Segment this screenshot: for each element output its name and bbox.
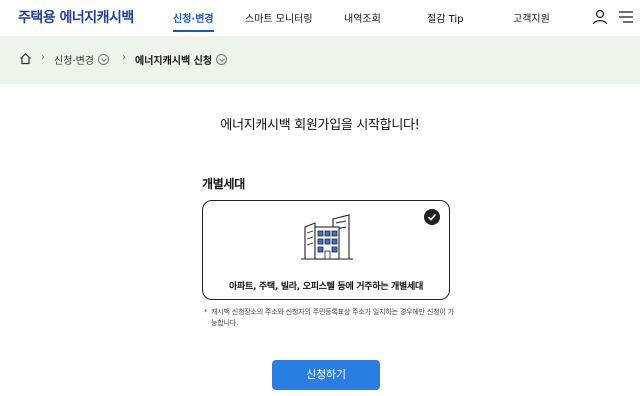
chevron-right-icon: ›	[122, 52, 126, 63]
breadcrumb-level2-label: 에너지캐시백 신청	[135, 56, 213, 67]
card-description: 아파트, 주택, 빌라, 오피스텔 등에 거주하는 개별세대	[229, 282, 423, 292]
chevron-down-icon[interactable]	[216, 54, 228, 65]
nav-item-history[interactable]: 내역조회	[344, 10, 381, 25]
building-icon	[301, 214, 353, 260]
nav-item-apply-change[interactable]: 신청·변경	[173, 10, 214, 32]
page-title: 에너지캐시백 회원가입을 시작합니다!	[220, 118, 420, 133]
main-nav: 신청·변경 스마트 모니터링 내역조회 절감 Tip 고객지원	[0, 10, 640, 32]
chevron-right-icon: ›	[41, 52, 45, 63]
nav-item-support[interactable]: 고객지원	[513, 10, 550, 25]
notice-body: 캐시백 신청장소의 주소와 신청자의 주민등록표상 주소가 일치하는 경우에만 …	[211, 308, 454, 327]
user-icon[interactable]	[591, 8, 609, 26]
top-header: 주택용 에너지캐시백 신청·변경 스마트 모니터링 내역조회 절감 Tip 고객…	[0, 0, 640, 36]
apply-button[interactable]: 신청하기	[272, 360, 380, 390]
home-icon[interactable]	[19, 52, 32, 65]
household-type-card[interactable]: 아파트, 주택, 빌라, 오피스텔 등에 거주하는 개별세대	[202, 200, 450, 300]
nav-item-smart-monitoring[interactable]: 스마트 모니터링	[245, 10, 313, 25]
nav-item-saving-tip[interactable]: 절감 Tip	[427, 10, 464, 25]
breadcrumb: › 신청·변경 › 에너지캐시백 신청	[0, 36, 640, 84]
menu-icon[interactable]	[617, 8, 635, 26]
check-icon	[424, 209, 440, 225]
notice-text: * 캐시백 신청장소의 주소와 신청자의 주민등록표상 주소가 일치하는 경우에…	[204, 307, 454, 329]
chevron-down-icon[interactable]	[97, 54, 109, 65]
breadcrumb-level2[interactable]: 에너지캐시백 신청	[135, 52, 228, 67]
notice-star: *	[204, 308, 208, 316]
breadcrumb-level1-label: 신청·변경	[54, 56, 94, 67]
breadcrumb-level1[interactable]: 신청·변경	[54, 52, 109, 67]
section-label: 개별세대	[202, 177, 245, 191]
